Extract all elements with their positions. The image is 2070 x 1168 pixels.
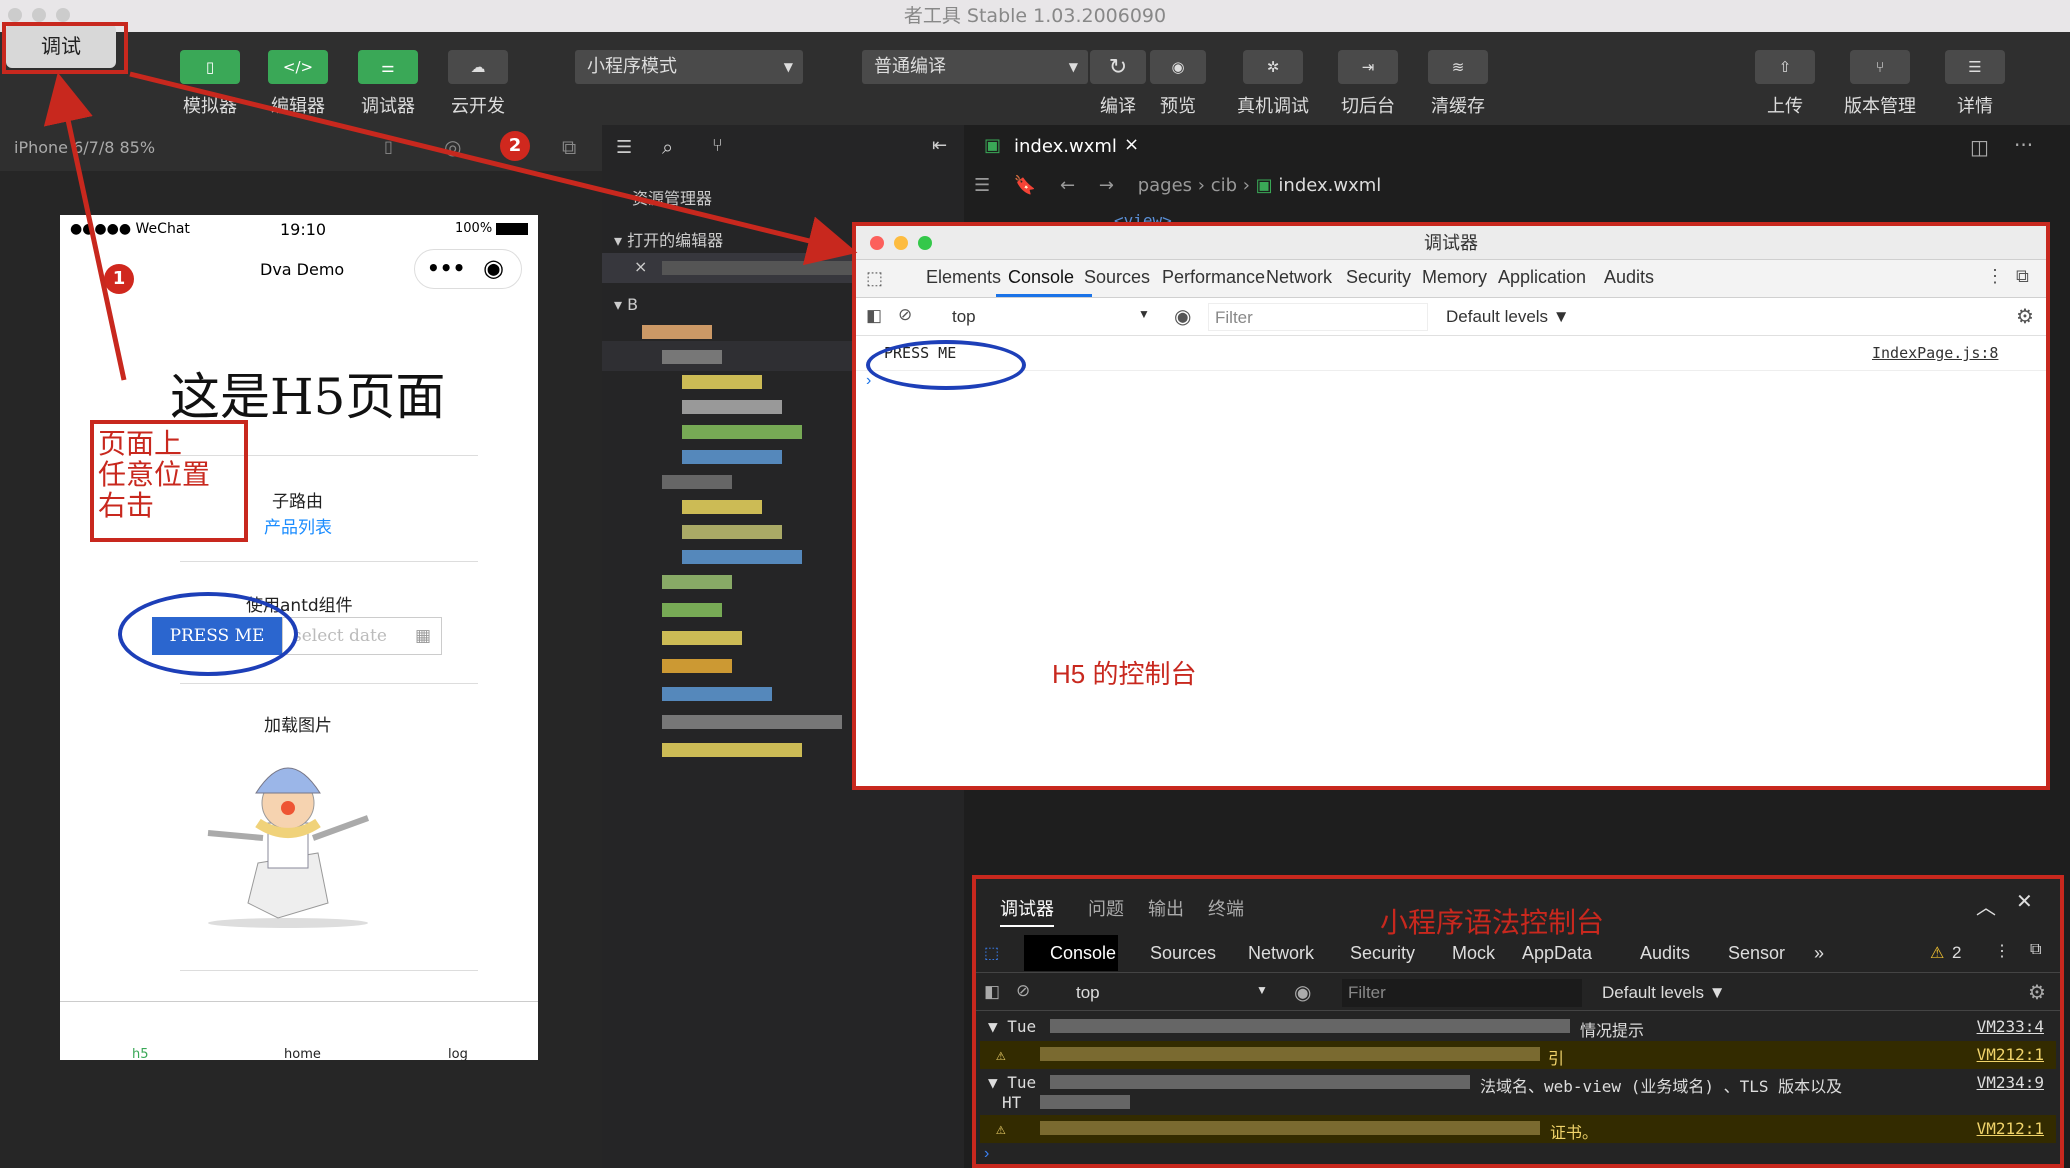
arrow-to-devtools	[129, 71, 858, 266]
arrow-to-debug-tab	[43, 72, 127, 381]
annotation-arrows	[43, 71, 858, 381]
